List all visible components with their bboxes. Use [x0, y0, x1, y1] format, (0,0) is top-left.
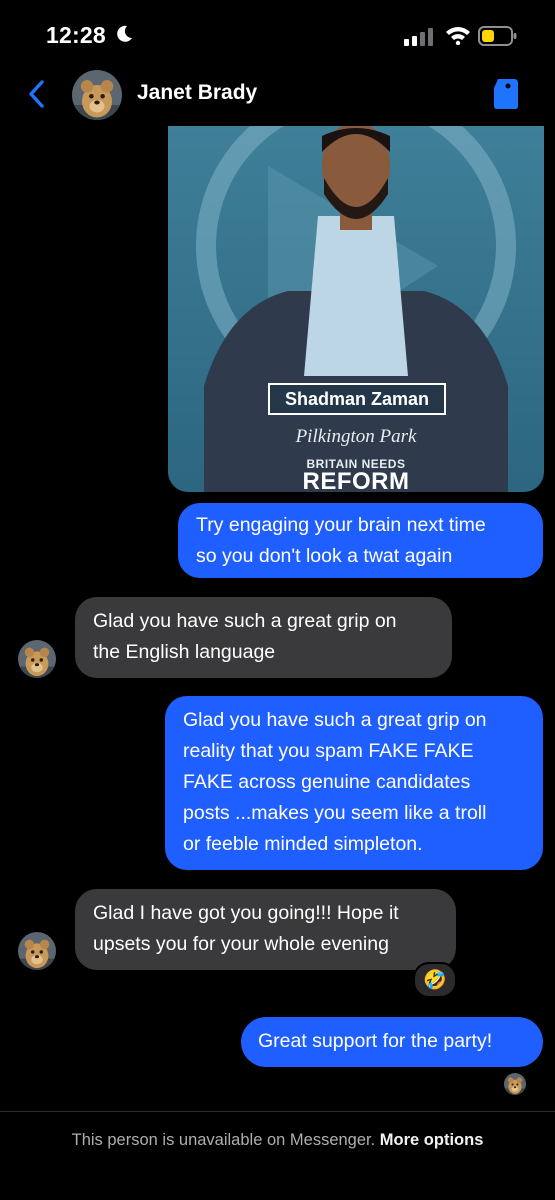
back-chevron-icon[interactable]	[26, 79, 46, 109]
message-line: upsets you for your whole evening	[93, 933, 389, 955]
sent-message[interactable]: Try engaging your brain next time so you…	[178, 503, 543, 578]
candidate-place: Pilkington Park	[295, 426, 417, 447]
message-line: the English language	[93, 641, 276, 663]
unavailable-notice: This person is unavailable on Messenger.…	[0, 1131, 555, 1150]
cellular-signal-icon	[404, 28, 433, 46]
received-message[interactable]: Glad I have got you going!!! Hope it ups…	[75, 889, 456, 970]
party-slogan-line2: REFORM	[302, 468, 410, 492]
read-receipt-avatar	[504, 1073, 526, 1095]
message-line: Try engaging your brain next time	[196, 514, 486, 536]
message-reaction[interactable]: 🤣	[413, 962, 457, 998]
message-line: Great support for the party!	[258, 1030, 493, 1052]
message-line: Glad you have such a great grip on	[93, 610, 397, 632]
message-line: or feeble minded simpleton.	[183, 833, 423, 855]
more-options-link[interactable]: More options	[380, 1131, 484, 1149]
chat-header: Janet Brady	[0, 64, 555, 126]
wifi-icon	[446, 27, 470, 45]
battery-low-icon	[478, 26, 517, 46]
contact-avatar[interactable]	[72, 70, 122, 120]
message-line: FAKE across genuine candidates	[183, 771, 471, 793]
sent-message[interactable]: Great support for the party!	[241, 1017, 543, 1067]
message-line: posts ...makes you seem like a troll	[183, 802, 487, 824]
message-line: Glad I have got you going!!! Hope it	[93, 902, 399, 924]
contact-name[interactable]: Janet Brady	[137, 81, 257, 105]
status-bar: 12:28	[0, 0, 555, 64]
contact-avatar-small[interactable]	[18, 932, 56, 970]
tag-icon[interactable]	[491, 76, 521, 110]
candidate-name-label: Shadman Zaman	[268, 383, 446, 415]
contact-avatar-small[interactable]	[18, 640, 56, 678]
message-line: so you don't look a twat again	[196, 545, 453, 567]
unavailable-text: This person is unavailable on Messenger.	[71, 1131, 376, 1149]
sent-message[interactable]: Glad you have such a great grip on reali…	[165, 696, 543, 870]
message-line: Glad you have such a great grip on	[183, 709, 487, 731]
footer-divider	[0, 1111, 555, 1112]
shared-candidate-image[interactable]: Shadman Zaman Pilkington Park BRITAIN NE…	[168, 126, 544, 492]
moon-icon	[117, 25, 132, 42]
received-message[interactable]: Glad you have such a great grip on the E…	[75, 597, 452, 678]
status-time: 12:28	[46, 22, 106, 48]
message-line: reality that you spam FAKE FAKE	[183, 740, 474, 762]
